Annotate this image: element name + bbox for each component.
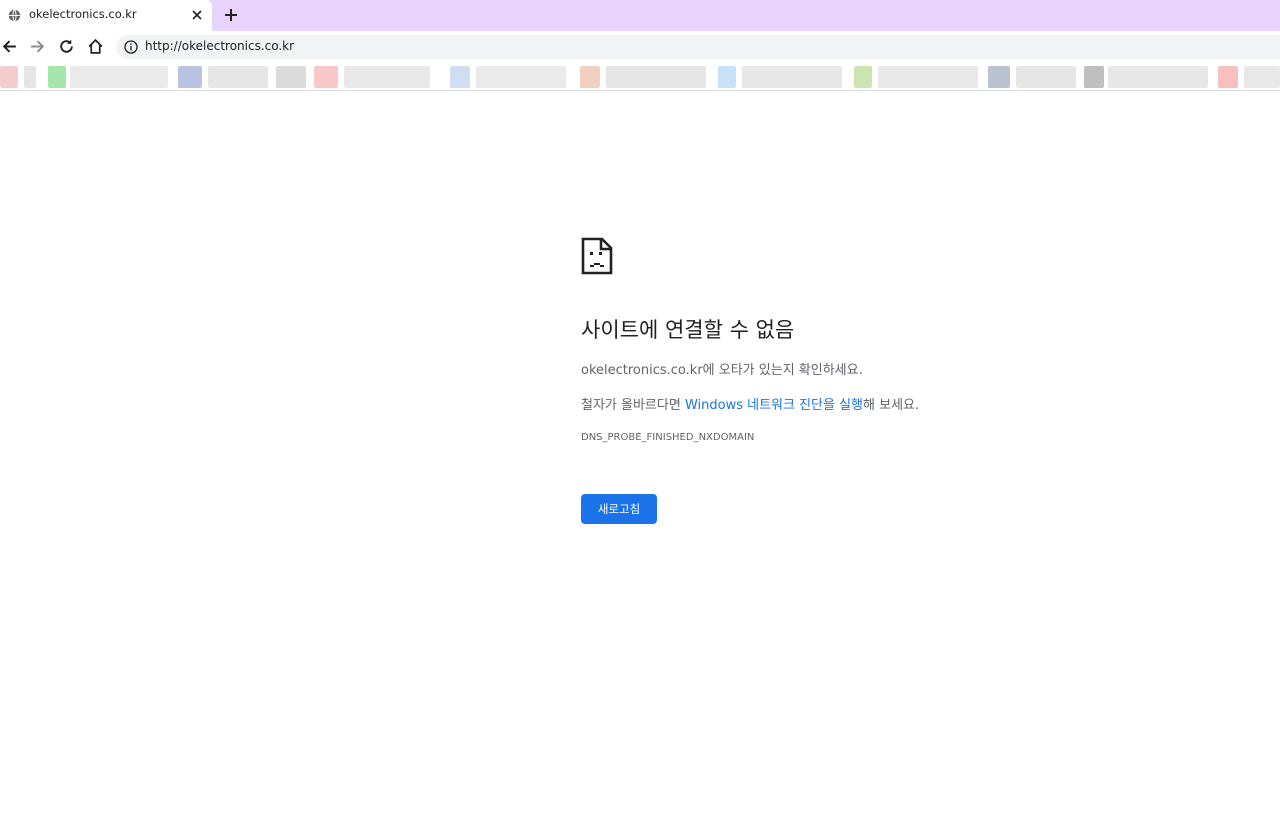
- bookmark-item[interactable]: [742, 66, 842, 88]
- error-heading: 사이트에 연결할 수 없음: [581, 318, 795, 342]
- bookmark-item[interactable]: [988, 66, 1010, 88]
- bookmark-item[interactable]: [854, 66, 872, 88]
- bookmark-item[interactable]: [208, 66, 268, 88]
- url-text[interactable]: http://okelectronics.co.kr: [145, 39, 294, 53]
- error-message-typo: okelectronics.co.kr에 오타가 있는지 확인하세요.: [581, 363, 863, 378]
- bookmark-item[interactable]: [276, 66, 306, 88]
- tab-title: okelectronics.co.kr: [29, 7, 137, 21]
- bookmark-item[interactable]: [1218, 66, 1238, 88]
- bookmark-item[interactable]: [606, 66, 706, 88]
- error-page: 사이트에 연결할 수 없음 okelectronics.co.kr에 오타가 있…: [0, 92, 1280, 820]
- bookmark-item[interactable]: [24, 66, 36, 88]
- info-icon[interactable]: [124, 40, 138, 54]
- sad-page-icon: [581, 237, 613, 275]
- new-tab-icon[interactable]: [223, 7, 239, 23]
- diagnostics-suffix: 해 보세요.: [863, 398, 920, 413]
- bookmark-item[interactable]: [70, 66, 168, 88]
- toolbar: http://okelectronics.co.kr: [0, 31, 1280, 62]
- back-arrow-icon[interactable]: [1, 38, 18, 55]
- bookmark-item[interactable]: [878, 66, 978, 88]
- globe-icon: [8, 9, 21, 22]
- close-tab-icon[interactable]: [190, 8, 204, 22]
- tab-strip: okelectronics.co.kr: [0, 0, 1280, 31]
- active-tab[interactable]: okelectronics.co.kr: [0, 0, 212, 31]
- bookmark-item[interactable]: [718, 66, 736, 88]
- bookmark-item[interactable]: [344, 66, 430, 88]
- bookmark-item[interactable]: [48, 66, 66, 88]
- bookmark-item[interactable]: [178, 66, 202, 88]
- bookmark-item[interactable]: [1108, 66, 1208, 88]
- bookmark-item[interactable]: [1016, 66, 1076, 88]
- bookmark-item[interactable]: [1084, 66, 1104, 88]
- bookmark-item[interactable]: [450, 66, 470, 88]
- home-icon[interactable]: [87, 38, 104, 55]
- reload-icon[interactable]: [58, 38, 75, 55]
- bookmark-item[interactable]: [580, 66, 600, 88]
- address-bar[interactable]: http://okelectronics.co.kr: [116, 35, 1280, 59]
- bookmark-item[interactable]: [0, 66, 18, 88]
- error-code: DNS_PROBE_FINISHED_NXDOMAIN: [581, 432, 755, 443]
- bookmark-item[interactable]: [314, 66, 338, 88]
- reload-button[interactable]: 새로고침: [581, 494, 657, 524]
- forward-arrow-icon[interactable]: [29, 38, 46, 55]
- bookmarks-bar: [0, 62, 1280, 91]
- bookmark-item[interactable]: [476, 66, 566, 88]
- bookmark-item[interactable]: [1244, 66, 1280, 88]
- error-message-diagnostics: 철자가 올바르다면 Windows 네트워크 진단을 실행해 보세요.: [581, 394, 919, 413]
- network-diagnostics-link[interactable]: Windows 네트워크 진단을 실행: [685, 398, 863, 413]
- diagnostics-prefix: 철자가 올바르다면: [581, 398, 685, 413]
